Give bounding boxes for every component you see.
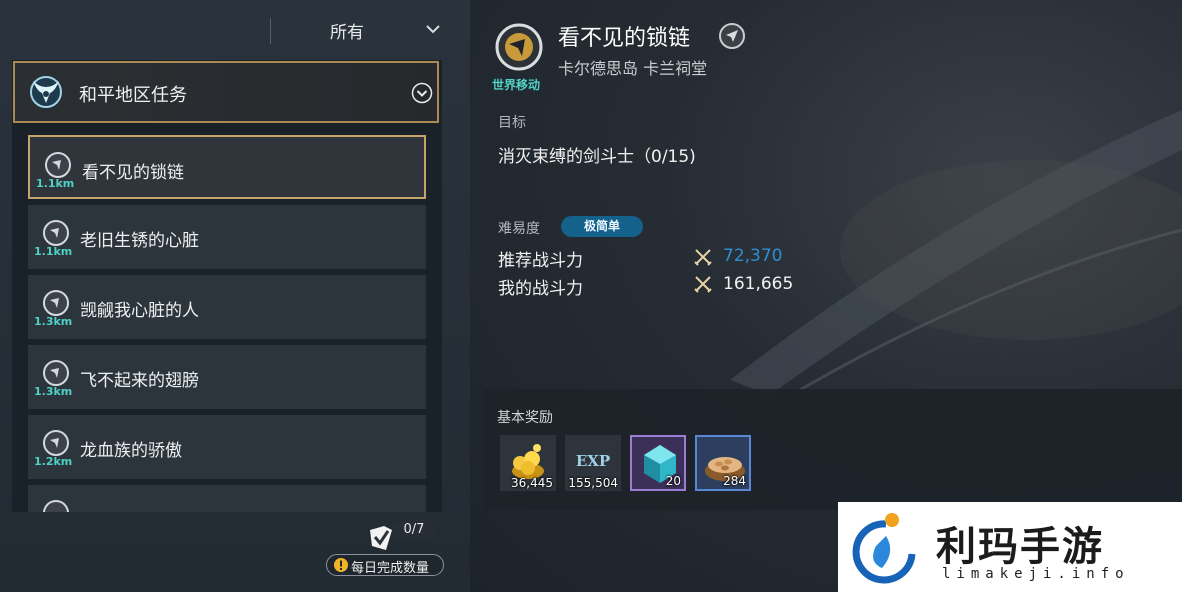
quest-group-title: 和平地区任务	[79, 85, 187, 106]
world-move-icon	[45, 152, 71, 178]
quest-item[interactable]: 1.1km 老旧生锈的心脏	[28, 205, 426, 269]
reward-item[interactable]: 36,445	[500, 435, 556, 491]
quest-item[interactable]: 1.3km 飞不起来的翅膀	[28, 345, 426, 409]
goal-text: 消灭束缚的剑斗士（0/15)	[498, 147, 696, 167]
world-move-icon	[495, 23, 543, 71]
collapse-toggle-icon[interactable]	[411, 82, 433, 104]
daily-completion-label: 每日完成数量	[351, 561, 430, 576]
quest-title: 看不见的锁链	[558, 26, 691, 51]
reward-quantity: 155,504	[568, 476, 618, 490]
chevron-down-icon[interactable]	[424, 20, 442, 38]
recommended-cp-label: 推荐战斗力	[498, 251, 583, 271]
limakeji-logo-icon	[852, 513, 916, 584]
reward-quantity: 20	[665, 474, 681, 488]
world-move-icon	[43, 430, 69, 456]
navigate-icon[interactable]	[718, 22, 746, 50]
quest-distance: 1.1km	[34, 245, 73, 258]
world-move-icon	[43, 360, 69, 386]
quest-name: 老旧生锈的心脏	[80, 231, 199, 251]
daily-completion-info[interactable]: 每日完成数量	[326, 554, 444, 576]
reward-item[interactable]: EXP 155,504	[565, 435, 621, 491]
quest-name: 龙血族的骄傲	[80, 441, 182, 461]
alert-icon	[334, 558, 348, 572]
world-move-icon	[43, 220, 69, 246]
quest-name: 看不见的锁链	[82, 163, 184, 183]
reward-quantity: 36,445	[511, 476, 553, 490]
difficulty-heading: 难易度	[498, 221, 540, 237]
quest-item[interactable]: 1.3km 觊觎我心脏的人	[28, 275, 426, 339]
watermark-text: 利玛手游	[936, 524, 1104, 570]
my-cp-label: 我的战斗力	[498, 279, 583, 299]
quest-item[interactable]: 1.2km 龙血族的骄傲	[28, 415, 426, 479]
watermark-url: limakeji.info	[942, 566, 1130, 582]
quest-distance: 1.2km	[34, 455, 73, 468]
quest-name: 飞不起来的翅膀	[80, 371, 199, 391]
goal-heading: 目标	[498, 115, 526, 131]
quest-distance: 1.3km	[34, 385, 73, 398]
reward-panel: 基本奖励 36,445 EXP 155,504 20 284	[484, 389, 1182, 510]
quest-item[interactable]: 1.1km 看不见的锁链	[28, 135, 426, 199]
filter-dropdown-label[interactable]: 所有	[330, 18, 364, 43]
reward-item[interactable]: 284	[695, 435, 751, 491]
crossed-swords-icon	[694, 249, 712, 266]
difficulty-badge: 极简单	[561, 216, 643, 237]
recommended-cp-value: 72,370	[723, 246, 783, 266]
quest-list-panel: 所有 和平地区任务 1.1km 看不见的锁链 1.1km 老旧生锈的心脏 1.3…	[0, 0, 470, 592]
exp-label: EXP	[576, 452, 610, 470]
world-move-icon	[43, 290, 69, 316]
quest-location: 卡尔德思岛 卡兰祠堂	[558, 59, 708, 78]
quest-name: 觊觎我心脏的人	[80, 301, 199, 321]
horned-emblem-icon	[30, 76, 62, 108]
quest-list: 和平地区任务 1.1km 看不见的锁链 1.1km 老旧生锈的心脏 1.3km …	[12, 60, 442, 512]
reward-heading: 基本奖励	[497, 410, 553, 426]
daily-completion-count: 0/7	[392, 520, 436, 540]
watermark: 利玛手游 limakeji.info	[838, 502, 1182, 592]
world-move-tag: 世界移动	[492, 78, 541, 92]
reward-item[interactable]: 20	[630, 435, 686, 491]
quest-group-header[interactable]: 和平地区任务	[13, 61, 439, 123]
quest-distance: 1.1km	[36, 177, 75, 190]
filter-divider	[270, 18, 271, 44]
quest-distance: 1.3km	[34, 315, 73, 328]
my-cp-value: 161,665	[723, 274, 794, 294]
quest-item-partial[interactable]	[28, 485, 426, 512]
reward-quantity: 284	[723, 474, 746, 488]
world-move-icon	[43, 500, 69, 512]
crossed-swords-icon	[694, 276, 712, 293]
